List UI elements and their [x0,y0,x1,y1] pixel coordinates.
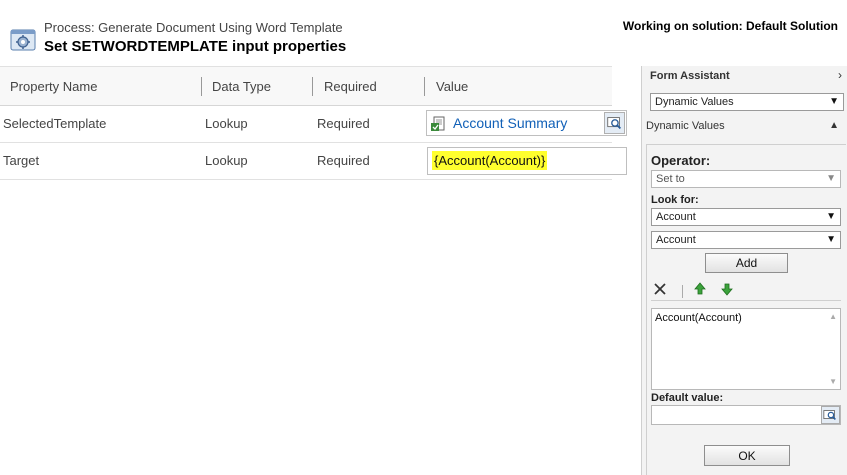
look-for-attribute-select[interactable]: Account ▼ [651,231,841,249]
dropdown-arrow-icon: ▼ [826,234,836,245]
dynamic-values-listbox[interactable]: Account(Account) ▲ ▼ [651,308,841,390]
mode-select-value: Dynamic Values [655,96,734,108]
process-label: Process: Generate Document Using Word Te… [44,20,343,35]
add-button[interactable]: Add [705,253,788,273]
default-value-input[interactable] [651,405,841,425]
table-row[interactable]: SelectedTemplate Lookup Required Account… [0,106,627,143]
look-for-attribute-value: Account [656,234,696,246]
word-template-icon [431,116,445,131]
column-header-data-type[interactable]: Data Type [212,67,271,106]
lookup-search-icon[interactable] [821,406,840,424]
column-header-property-name[interactable]: Property Name [10,67,97,106]
form-assistant-panel: Form Assistant › Dynamic Values ▼ Dynami… [641,66,847,475]
property-name-cell: SelectedTemplate [3,116,107,131]
mode-select[interactable]: Dynamic Values ▼ [650,93,844,111]
ok-button[interactable]: OK [704,445,790,466]
target-value-field[interactable]: {Account(Account)} [427,147,627,175]
form-assistant-title: Form Assistant [650,70,730,82]
process-gear-icon [10,29,36,51]
required-cell: Required [317,116,370,131]
page-title: Set SETWORDTEMPLATE input properties [44,38,347,55]
account-summary-link[interactable]: Account Summary [453,111,567,135]
look-for-entity-value: Account [656,211,696,223]
scroll-up-icon[interactable]: ▲ [829,312,837,321]
selected-template-lookup[interactable]: Account Summary [426,110,627,136]
dynamic-values-section-label: Dynamic Values [646,120,725,132]
look-for-label: Look for: [651,194,699,206]
dropdown-arrow-icon: ▼ [826,173,836,184]
chevron-right-icon[interactable]: › [838,68,842,82]
move-down-arrow-icon[interactable] [720,281,734,297]
look-for-entity-select[interactable]: Account ▼ [651,208,841,226]
dynamic-values-panel: Operator: Set to ▼ Look for: Account ▼ A… [646,144,846,475]
move-up-arrow-icon[interactable] [693,281,707,297]
scroll-down-icon[interactable]: ▼ [829,377,837,386]
grid-header: Property Name Data Type Required Value [0,66,612,106]
operator-select-value: Set to [656,173,685,185]
column-separator[interactable] [201,77,202,96]
page-header: Process: Generate Document Using Word Te… [0,0,847,66]
value-toolbar [651,281,841,301]
data-type-cell: Lookup [205,153,248,168]
operator-label: Operator: [651,153,711,168]
list-item[interactable]: Account(Account) [655,312,742,324]
default-value-label: Default value: [651,392,724,404]
column-header-value[interactable]: Value [436,67,468,106]
data-type-cell: Lookup [205,116,248,131]
lookup-search-icon[interactable] [604,112,625,134]
collapse-up-icon[interactable]: ▲ [829,120,839,131]
toolbar-separator [682,285,683,298]
operator-select[interactable]: Set to ▼ [651,170,841,188]
delete-x-icon[interactable] [653,281,667,297]
table-row[interactable]: Target Lookup Required {Account(Account)… [0,143,627,180]
dropdown-arrow-icon: ▼ [826,211,836,222]
dropdown-arrow-icon: ▼ [829,96,839,107]
properties-grid: Property Name Data Type Required Value S… [0,66,627,180]
required-cell: Required [317,153,370,168]
column-header-required[interactable]: Required [324,67,377,106]
column-separator[interactable] [424,77,425,96]
solution-label: Working on solution: Default Solution [622,19,838,33]
property-name-cell: Target [3,153,40,168]
dynamic-value-token[interactable]: {Account(Account)} [432,151,548,170]
column-separator[interactable] [312,77,313,96]
